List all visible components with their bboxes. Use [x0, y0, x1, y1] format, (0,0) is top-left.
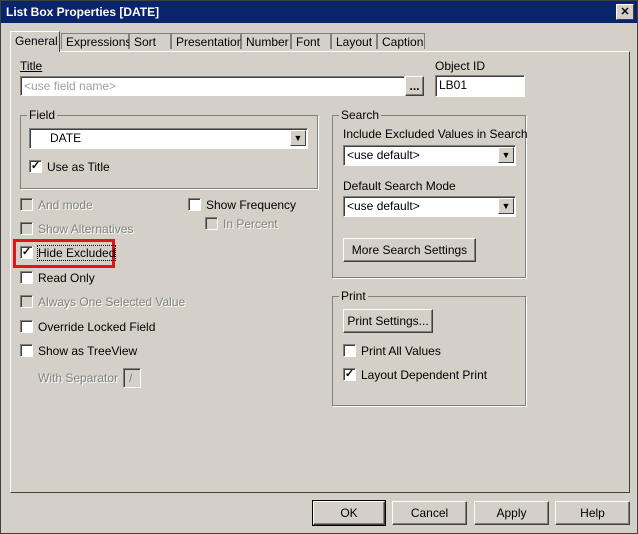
- object-id-input[interactable]: LB01: [435, 75, 525, 97]
- field-group: Field: [20, 108, 318, 189]
- read-only-checkbox[interactable]: [20, 271, 33, 284]
- include-excluded-dropdown[interactable]: ▼: [498, 147, 514, 163]
- check-icon: ✓: [344, 368, 355, 380]
- field-select-value: DATE: [50, 131, 82, 145]
- title-browse-button[interactable]: ...: [405, 76, 424, 96]
- include-excluded-label: Include Excluded Values in Search: [343, 127, 528, 141]
- always-one-selected-label: Always One Selected Value: [38, 295, 186, 309]
- include-excluded-value: <use default>: [347, 148, 420, 162]
- layout-dependent-label: Layout Dependent Print: [361, 368, 488, 382]
- apply-button[interactable]: Apply: [474, 501, 549, 525]
- more-search-settings-button[interactable]: More Search Settings: [343, 238, 476, 262]
- override-locked-checkbox[interactable]: [20, 320, 33, 333]
- help-button[interactable]: Help: [555, 501, 630, 525]
- tab-layout[interactable]: Layout: [331, 33, 377, 49]
- print-group-label: Print: [339, 289, 368, 303]
- show-alternatives-checkbox[interactable]: [20, 222, 33, 235]
- use-as-title-checkbox[interactable]: ✓: [29, 160, 42, 173]
- include-excluded-select[interactable]: <use default> ▼: [343, 145, 516, 166]
- tab-general[interactable]: General: [10, 31, 60, 52]
- chevron-down-icon: ▼: [293, 133, 303, 143]
- read-only-label: Read Only: [38, 271, 95, 285]
- with-separator-label: With Separator: [38, 371, 119, 385]
- chevron-down-icon: ▼: [501, 201, 511, 211]
- and-mode-label: And mode: [38, 198, 93, 212]
- chevron-down-icon: ▼: [501, 150, 511, 160]
- cancel-button[interactable]: Cancel: [392, 501, 467, 525]
- close-button[interactable]: ✕: [616, 4, 634, 20]
- ok-button[interactable]: OK: [312, 500, 386, 526]
- field-group-label: Field: [27, 108, 58, 122]
- default-search-mode-select[interactable]: <use default> ▼: [343, 196, 516, 217]
- show-frequency-label: Show Frequency: [206, 198, 297, 212]
- tab-font[interactable]: Font: [291, 33, 331, 49]
- check-icon: ✓: [21, 246, 32, 258]
- show-alternatives-label: Show Alternatives: [38, 222, 134, 236]
- default-search-mode-label: Default Search Mode: [343, 179, 456, 193]
- title-input[interactable]: <use field name>: [20, 76, 405, 96]
- in-percent-label: In Percent: [223, 217, 278, 231]
- print-all-values-label: Print All Values: [361, 344, 441, 358]
- separator-input[interactable]: /: [123, 368, 141, 388]
- default-search-mode-value: <use default>: [347, 199, 420, 213]
- hide-excluded-label: Hide Excluded: [36, 245, 117, 261]
- close-icon: ✕: [620, 6, 630, 18]
- hide-excluded-checkbox[interactable]: ✓: [20, 246, 33, 259]
- always-one-selected-checkbox[interactable]: [20, 295, 33, 308]
- field-select-dropdown[interactable]: ▼: [290, 130, 306, 146]
- tab-expressions[interactable]: Expressions: [61, 33, 131, 49]
- window-title: List Box Properties [DATE]: [6, 5, 160, 19]
- tab-number[interactable]: Number: [241, 33, 291, 49]
- tab-caption[interactable]: Caption: [377, 33, 425, 49]
- dialog-window: List Box Properties [DATE] ✕ General Exp…: [0, 0, 638, 534]
- check-icon: ✓: [30, 160, 41, 172]
- override-locked-label: Override Locked Field: [38, 320, 156, 334]
- show-as-treeview-label: Show as TreeView: [38, 344, 138, 358]
- object-id-label: Object ID: [435, 59, 486, 73]
- show-frequency-checkbox[interactable]: [188, 198, 201, 211]
- tab-presentation[interactable]: Presentation: [171, 33, 243, 49]
- print-settings-button[interactable]: Print Settings...: [343, 309, 433, 333]
- use-as-title-label: Use as Title: [47, 160, 110, 174]
- title-label: Title: [20, 59, 43, 73]
- layout-dependent-checkbox[interactable]: ✓: [343, 368, 356, 381]
- in-percent-checkbox[interactable]: [205, 217, 218, 230]
- tab-sort[interactable]: Sort: [129, 33, 171, 49]
- search-group-label: Search: [339, 108, 382, 122]
- and-mode-checkbox[interactable]: [20, 198, 33, 211]
- show-as-treeview-checkbox[interactable]: [20, 344, 33, 357]
- field-select[interactable]: DATE ▼: [29, 128, 308, 149]
- default-search-mode-dropdown[interactable]: ▼: [498, 198, 514, 214]
- print-all-values-checkbox[interactable]: [343, 344, 356, 357]
- title-bar: List Box Properties [DATE] ✕: [1, 1, 637, 23]
